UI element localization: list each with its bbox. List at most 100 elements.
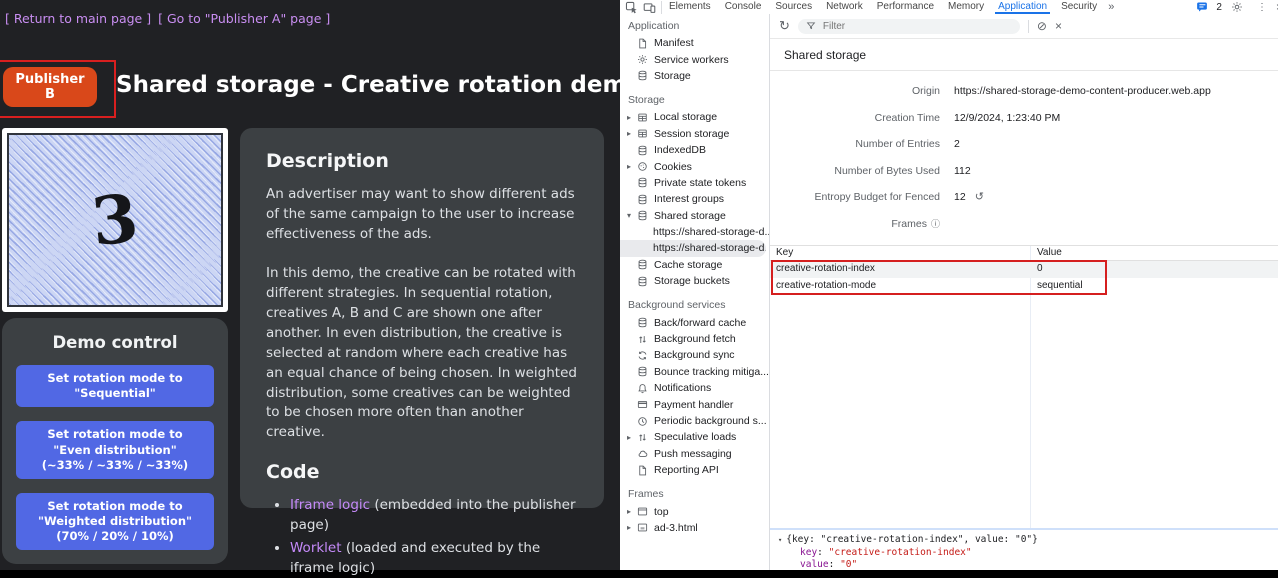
code-link-iframe-logic[interactable]: Iframe logic <box>290 497 370 513</box>
sidebar-item-label: Cookies <box>654 161 692 173</box>
code-heading: Code <box>266 459 578 487</box>
tab-network[interactable]: Network <box>819 0 870 14</box>
sidebar-item-local-storage[interactable]: ▸Local storage <box>620 109 769 125</box>
sidebar-item-manifest[interactable]: Manifest <box>620 35 769 51</box>
settings-gear-icon[interactable] <box>1231 1 1243 13</box>
sidebar-item-cookies[interactable]: ▸ Cookies <box>620 158 769 174</box>
database-icon <box>637 276 648 287</box>
sidebar-item-ad-3-html[interactable]: ▸ad-3.html <box>620 520 769 536</box>
sidebar-item-label: Background fetch <box>654 333 736 345</box>
sidebar-item-reporting-api[interactable]: Reporting API <box>620 462 769 478</box>
expand-caret-icon[interactable]: ▾ <box>778 536 782 544</box>
table-row-creative-rotation-index[interactable]: creative-rotation-index0 <box>770 261 1278 278</box>
sidebar-item-bounce-tracking-mitiga[interactable]: Bounce tracking mitiga... <box>620 364 769 380</box>
rotation-mode-button-3[interactable]: Set rotation mode to"Weighted distributi… <box>16 493 214 551</box>
sidebar-item-back-forward-cache[interactable]: Back/forward cache <box>620 314 769 330</box>
chevron-right-icon[interactable]: ▸ <box>627 113 637 122</box>
sidebar-item-label: Payment handler <box>654 399 733 411</box>
sidebar-item-storage-buckets[interactable]: Storage buckets <box>620 273 769 289</box>
filter-input[interactable] <box>821 20 1012 33</box>
field-label-text: Entropy Budget for Fenced Frames <box>815 191 941 230</box>
property-value: "creative-rotation-index" <box>829 547 972 558</box>
chevron-right-icon[interactable]: ▸ <box>627 523 637 532</box>
chevron-right-icon[interactable]: ▸ <box>627 507 637 516</box>
table-icon <box>637 128 648 139</box>
top-link-go-to-publisher-a-pa[interactable]: [ Go to "Publisher A" page ] <box>158 11 330 26</box>
sidebar-item-interest-groups[interactable]: Interest groups <box>620 191 769 207</box>
button-label-line: Set rotation mode to <box>20 371 210 386</box>
info-icon[interactable]: ⓘ <box>931 219 940 229</box>
sidebar-item-cache-storage[interactable]: Cache storage <box>620 257 769 273</box>
iframe-icon <box>637 522 648 533</box>
rotation-mode-button-1[interactable]: Set rotation mode to"Sequential" <box>16 365 214 407</box>
sidebar-item-background-fetch[interactable]: Background fetch <box>620 331 769 347</box>
database-icon <box>637 259 648 270</box>
filter-box[interactable] <box>798 19 1020 34</box>
sidebar-item-private-state-tokens[interactable]: Private state tokens <box>620 175 769 191</box>
page-title: Shared storage - Creative rotation demo <box>116 72 642 98</box>
shared-storage-panel: ↻ ⊘ × Shared storage Originhttps://share… <box>770 14 1278 570</box>
refresh-icon[interactable]: ↻ <box>779 18 790 34</box>
sidebar-origin-item-selected[interactable]: https://shared-storage-d... <box>620 240 766 256</box>
top-link-return-to-main-page[interactable]: [ Return to main page ] <box>5 11 151 26</box>
creative-number: 3 <box>88 179 142 261</box>
code-link-worklet[interactable]: Worklet <box>290 540 342 556</box>
tab-elements[interactable]: Elements <box>662 0 718 14</box>
sidebar-item-indexeddb[interactable]: IndexedDB <box>620 142 769 158</box>
top-nav-links: [ Return to main page ] [ Go to "Publishe… <box>5 11 337 26</box>
tab-application[interactable]: Application <box>991 0 1054 14</box>
field-row-number-of-entries: Number of Entries2 <box>770 131 1278 158</box>
tab-performance[interactable]: Performance <box>870 0 941 14</box>
code-list-item: Worklet (loaded and executed by the ifra… <box>290 539 578 578</box>
sidebar-item-push-messaging[interactable]: Push messaging <box>620 446 769 462</box>
preview-property-line: key: "creative-rotation-index" <box>778 547 1270 560</box>
panel-toolbar: ↻ ⊘ × <box>770 14 1278 39</box>
sidebar-item-notifications[interactable]: Notifications <box>620 380 769 396</box>
chevron-right-icon[interactable]: ▸ <box>627 129 637 138</box>
sidebar-item-label: Manifest <box>654 37 694 49</box>
sidebar-item-top[interactable]: ▸top <box>620 503 769 519</box>
sidebar-item-speculative-loads[interactable]: ▸ Speculative loads <box>620 429 769 445</box>
delete-selected-icon[interactable]: × <box>1055 19 1062 33</box>
table-row-creative-rotation-mode[interactable]: creative-rotation-modesequential <box>770 278 1278 295</box>
chevron-right-icon[interactable]: ▸ <box>627 433 637 442</box>
rotation-mode-button-2[interactable]: Set rotation mode to"Even distribution"(… <box>16 421 214 479</box>
sidebar-item-periodic-background-s[interactable]: Periodic background s... <box>620 413 769 429</box>
sidebar-item-label: Storage <box>654 70 691 82</box>
tab-memory[interactable]: Memory <box>941 0 991 14</box>
column-header-value[interactable]: Value <box>1030 246 1062 260</box>
tab-security[interactable]: Security <box>1054 0 1104 14</box>
clear-all-icon[interactable]: ⊘ <box>1037 19 1047 33</box>
device-toolbar-icon[interactable] <box>643 1 656 14</box>
chevron-right-icon[interactable]: ▸ <box>627 162 637 171</box>
sidebar-item-service-workers[interactable]: Service workers <box>620 51 769 67</box>
tab-console[interactable]: Console <box>718 0 769 14</box>
sidebar-item-storage[interactable]: Storage <box>620 68 769 84</box>
issues-counter[interactable]: 2 <box>1196 1 1222 13</box>
devtools-window: ElementsConsoleSourcesNetworkPerformance… <box>620 0 1278 570</box>
sidebar-origin-item[interactable]: https://shared-storage-d... <box>620 224 769 240</box>
field-row-origin: Originhttps://shared-storage-demo-conten… <box>770 78 1278 105</box>
more-tabs-icon[interactable]: » <box>1104 1 1118 13</box>
payment-card-icon <box>637 399 648 410</box>
chevron-down-icon[interactable]: ▾ <box>627 211 637 220</box>
sidebar-section-application: Application <box>620 14 769 35</box>
sidebar-item-session-storage[interactable]: ▸Session storage <box>620 126 769 142</box>
publisher-badge[interactable]: Publisher B <box>3 67 97 107</box>
sidebar-item-payment-handler[interactable]: Payment handler <box>620 396 769 412</box>
field-label-text: Number of Entries <box>855 138 940 150</box>
sidebar-item-label: Speculative loads <box>654 431 736 443</box>
sidebar-item-label: IndexedDB <box>654 144 706 156</box>
database-icon <box>637 145 648 156</box>
sidebar-item-background-sync[interactable]: Background sync <box>620 347 769 363</box>
reset-budget-icon[interactable]: ↺ <box>975 191 984 203</box>
sidebar-item-label: Cache storage <box>654 259 722 271</box>
sidebar-item-shared-storage[interactable]: ▾ Shared storage <box>620 208 769 224</box>
tab-sources[interactable]: Sources <box>768 0 819 14</box>
sidebar-item-label: Shared storage <box>654 210 726 222</box>
more-options-icon[interactable]: ⋮ <box>1257 2 1267 13</box>
preview-summary: {key: "creative-rotation-index", value: … <box>786 534 1038 545</box>
inspect-element-icon[interactable] <box>625 1 638 14</box>
sidebar-item-label: Bounce tracking mitiga... <box>654 366 769 378</box>
column-header-key[interactable]: Key <box>770 246 1030 260</box>
